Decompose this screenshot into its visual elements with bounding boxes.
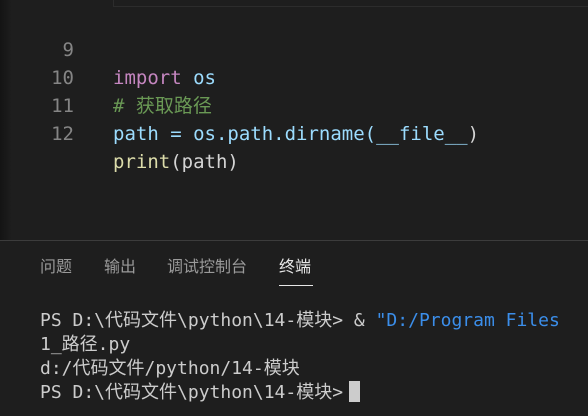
code-line-9[interactable]: 9 import os <box>0 8 588 89</box>
terminal-line-4[interactable]: PS D:\代码文件\python\14-模块> <box>40 381 361 405</box>
panel-tabs: 问题 输出 调试控制台 终端 <box>0 241 588 291</box>
terminal-path-string: "D:/Program Files <box>375 310 560 331</box>
terminal-prompt: PS D:\代码文件\python\14-模块> <box>40 310 354 331</box>
code-line-12[interactable]: 12 print(path) <box>0 92 588 173</box>
active-tab-indicator <box>279 285 313 286</box>
terminal-output: d:/代码文件/python/14-模块 <box>40 357 300 381</box>
terminal-line-2: 1_路径.py <box>40 333 130 357</box>
tab-output[interactable]: 输出 <box>104 256 136 278</box>
code-line-10[interactable]: 10 # 获取路径 <box>0 36 588 117</box>
line-highlight <box>113 0 588 7</box>
assignment-expression: path = os.path.dirname( <box>113 123 377 145</box>
code-editor[interactable]: 9 import os 10 # 获取路径 11 path = os.path.… <box>0 0 588 240</box>
bottom-panel: 问题 输出 调试控制台 终端 PS D:\代码文件\python\14-模块> … <box>0 240 588 416</box>
line-content[interactable]: print(path) <box>113 148 239 176</box>
terminal-prompt: PS D:\代码文件\python\14-模块> <box>40 382 344 403</box>
tab-problems[interactable]: 问题 <box>40 256 72 278</box>
terminal-text: d:/代码文件/python/14-模块 <box>40 358 300 379</box>
vscode-window: 9 import os 10 # 获取路径 11 path = os.path.… <box>0 0 588 416</box>
code-line-11[interactable]: 11 path = os.path.dirname(__file__) <box>0 64 588 145</box>
close-paren: ) <box>467 123 480 145</box>
function-print: print <box>113 151 171 173</box>
line-content[interactable]: path = os.path.dirname(__file__) <box>113 120 479 148</box>
tab-debug-console[interactable]: 调试控制台 <box>167 256 247 278</box>
dunder-file: __file__ <box>376 123 468 145</box>
terminal-text: 1_路径.py <box>40 334 131 355</box>
line-number: 12 <box>51 123 74 145</box>
terminal-ampersand: & <box>353 310 376 331</box>
terminal-line-1: PS D:\代码文件\python\14-模块> & "D:/Program F… <box>40 309 560 333</box>
call-args: (path) <box>170 151 239 173</box>
terminal-cursor <box>349 381 361 402</box>
tab-terminal[interactable]: 终端 <box>279 256 311 278</box>
